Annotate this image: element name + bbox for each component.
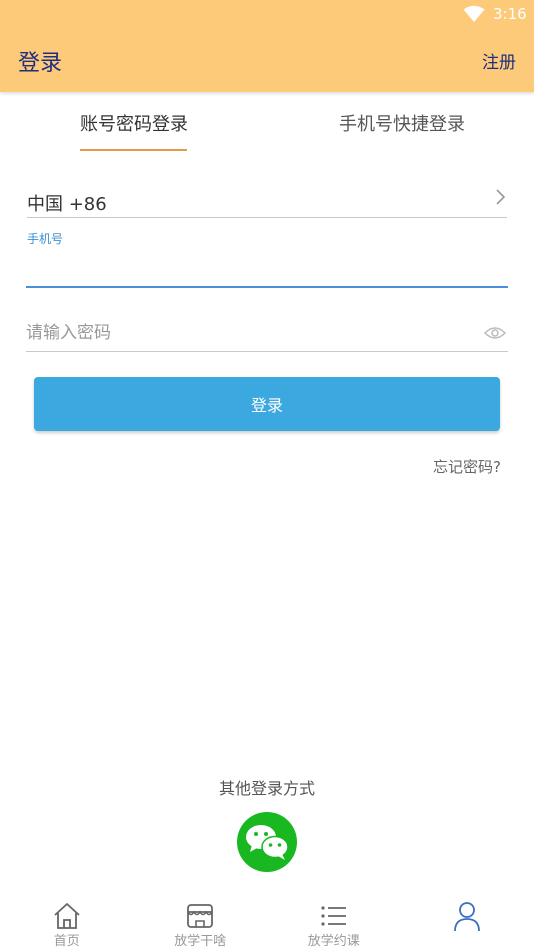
nav-item-profile[interactable] — [401, 893, 534, 949]
wechat-icon — [246, 825, 289, 860]
page-title: 登录 — [18, 51, 63, 76]
tab-account-login[interactable]: 账号密码登录 — [80, 110, 188, 136]
forgot-password-link[interactable]: 忘记密码? — [433, 456, 501, 477]
phone-field-label: 手机号 — [27, 232, 64, 246]
status-bar: 3:16 — [0, 0, 534, 30]
wifi-icon — [463, 5, 485, 22]
nav-item-after-school[interactable]: 放学干啥 — [134, 893, 268, 949]
app-header: 3:16 登录 注册 — [0, 0, 534, 92]
phone-input[interactable] — [26, 250, 508, 288]
shop-icon — [187, 904, 214, 928]
country-code-value: 中国 +86 — [27, 194, 107, 215]
nav-label-book-class: 放学约课 — [307, 934, 360, 949]
login-button[interactable]: 登录 — [34, 377, 500, 431]
bottom-nav: 首页 放学干啥 放学约课 — [0, 893, 534, 949]
active-tab-indicator — [80, 149, 187, 151]
eye-icon[interactable] — [484, 325, 506, 341]
nav-label-after-school: 放学干啥 — [174, 934, 227, 949]
other-login-label: 其他登录方式 — [218, 779, 315, 798]
list-icon — [321, 906, 346, 926]
wechat-login-button[interactable] — [237, 812, 297, 872]
country-code-selector[interactable]: 中国 +86 — [27, 186, 507, 218]
user-icon — [454, 902, 481, 931]
nav-label-home: 首页 — [53, 934, 80, 949]
nav-item-book-class[interactable]: 放学约课 — [267, 893, 401, 949]
home-icon — [54, 903, 80, 929]
register-button[interactable]: 注册 — [482, 48, 516, 73]
status-time: 3:16 — [493, 5, 527, 23]
chevron-right-icon — [496, 189, 506, 205]
nav-item-home[interactable]: 首页 — [0, 893, 134, 949]
password-input[interactable] — [26, 314, 508, 352]
tab-phone-quick-login[interactable]: 手机号快捷登录 — [339, 110, 465, 136]
